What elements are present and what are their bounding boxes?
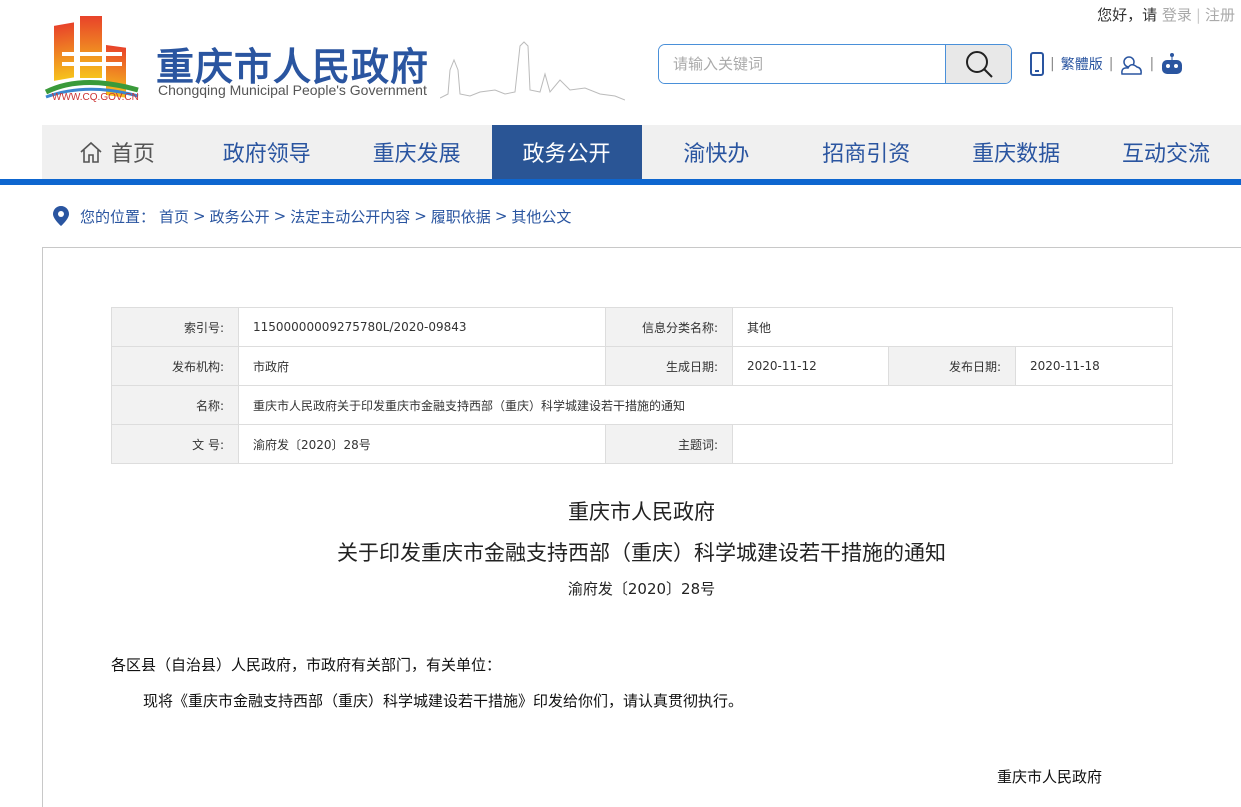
nav-investment[interactable]: 招商引资 [791, 125, 941, 179]
published-label: 发布日期: [888, 346, 1016, 386]
nav-data[interactable]: 重庆数据 [941, 125, 1091, 179]
breadcrumb-sep: > [414, 207, 427, 225]
index-label: 索引号: [111, 307, 239, 347]
keywords-value [732, 424, 1173, 464]
site-url: WWW.CQ.GOV.CN [52, 92, 139, 103]
skyline-icon [440, 41, 625, 101]
category-label: 信息分类名称: [605, 307, 733, 347]
doc-title: 关于印发重庆市金融支持西部（重庆）科学城建设若干措施的通知 [337, 541, 946, 565]
breadcrumb: 您的位置： 首页 > 政务公开 > 法定主动公开内容 > 履职依据 > 其他公文 [52, 205, 571, 227]
nav-home[interactable]: 首页 [42, 125, 192, 179]
doc-number: 渝府发〔2020〕28号 [567, 580, 716, 598]
breadcrumb-home[interactable]: 首页 [159, 206, 189, 227]
header-tools: | 繁體版 | | [1030, 52, 1184, 76]
docno-label: 文 号: [111, 424, 239, 464]
category-value: 其他 [732, 307, 1173, 347]
published-value: 2020-11-18 [1015, 346, 1173, 386]
breadcrumb-prefix: 您的位置： [80, 207, 156, 226]
created-value: 2020-11-12 [732, 346, 889, 386]
name-label: 名称: [111, 385, 239, 425]
location-pin-icon [53, 206, 69, 226]
nav-development[interactable]: 重庆发展 [342, 125, 492, 179]
docno-value: 渝府发〔2020〕28号 [238, 424, 606, 464]
breadcrumb-gov-affairs[interactable]: 政务公开 [210, 206, 270, 227]
logo-icon[interactable] [42, 14, 142, 104]
nav-underline [0, 179, 1241, 185]
main-nav: 首页 政府领导 重庆发展 政务公开 渝快办 招商引资 重庆数据 互动交流 [42, 125, 1241, 179]
login-link[interactable]: 登录 [1162, 6, 1192, 24]
greeting: 您好，请 [1097, 6, 1158, 24]
document-meta-table: 索引号: 11500000009275780L/2020-09843 信息分类名… [111, 307, 1173, 464]
user-bar: 您好，请 登录 | 注册 [1097, 6, 1235, 24]
breadcrumb-sep: > [273, 207, 287, 225]
register-link[interactable]: 注册 [1205, 6, 1235, 24]
search-icon [965, 51, 993, 78]
org-value: 市政府 [238, 346, 606, 386]
site-subtitle: Chongqing Municipal People's Government [158, 82, 427, 98]
search-input[interactable] [659, 45, 945, 83]
doc-salutation: 各区县（自治县）人民政府，市政府有关部门，有关单位： [111, 656, 502, 674]
nav-yukuaiban[interactable]: 渝快办 [642, 125, 792, 179]
search-box [658, 44, 1012, 84]
nav-label: 首页 [110, 142, 155, 167]
home-icon [80, 141, 102, 163]
breadcrumb-sep: > [494, 207, 508, 225]
doc-title-issuer: 重庆市人民政府 [568, 500, 715, 524]
breadcrumb-duty-basis[interactable]: 履职依据 [431, 206, 491, 227]
created-label: 生成日期: [605, 346, 733, 386]
org-label: 发布机构: [111, 346, 239, 386]
traditional-chinese-link[interactable]: 繁體版 [1061, 54, 1103, 74]
nav-interaction[interactable]: 互动交流 [1091, 125, 1241, 179]
robot-icon[interactable] [1160, 52, 1184, 76]
search-button[interactable] [945, 45, 1011, 83]
doc-body: 现将《重庆市金融支持西部（重庆）科学城建设若干措施》印发给你们，请认真贯彻执行。 [143, 692, 744, 710]
weather-icon[interactable] [1119, 52, 1143, 76]
doc-signature: 重庆市人民政府 [997, 768, 1103, 786]
breadcrumb-other-docs[interactable]: 其他公文 [511, 206, 571, 227]
nav-leaders[interactable]: 政府领导 [192, 125, 342, 179]
name-value: 重庆市人民政府关于印发重庆市金融支持西部（重庆）科学城建设若干措施的通知 [238, 385, 1173, 425]
nav-government-affairs[interactable]: 政务公开 [491, 125, 642, 179]
keywords-label: 主题词: [605, 424, 733, 464]
index-value: 11500000009275780L/2020-09843 [238, 307, 606, 347]
breadcrumb-statutory[interactable]: 法定主动公开内容 [290, 206, 410, 227]
breadcrumb-sep: > [193, 207, 206, 225]
mobile-icon[interactable] [1030, 52, 1044, 76]
